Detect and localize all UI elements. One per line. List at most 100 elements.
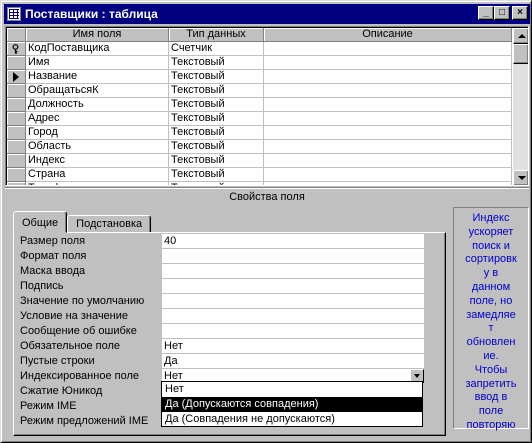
property-label: Формат поля bbox=[20, 250, 87, 262]
maximize-button[interactable]: □ bbox=[494, 6, 510, 20]
dropdown-option[interactable]: Да (Совпадения не допускаются) bbox=[162, 412, 422, 427]
table-row[interactable]: Город Текстовый bbox=[7, 126, 512, 140]
field-name-cell[interactable]: Страна bbox=[26, 168, 169, 182]
data-type-cell[interactable]: Текстовый bbox=[169, 126, 264, 140]
property-label: Сообщение об ошибке bbox=[20, 325, 137, 337]
table-row[interactable]: Адрес Текстовый bbox=[7, 112, 512, 126]
scroll-thumb[interactable] bbox=[513, 44, 528, 64]
row-selector[interactable] bbox=[7, 70, 26, 84]
property-value-field[interactable] bbox=[162, 324, 424, 338]
table-row[interactable]: ОбращатьсяК Текстовый bbox=[7, 84, 512, 98]
property-value-field[interactable]: 40 bbox=[162, 234, 424, 248]
row-selector[interactable] bbox=[7, 112, 26, 126]
property-value-field[interactable] bbox=[162, 279, 424, 293]
description-cell[interactable] bbox=[264, 112, 512, 126]
property-row: Сообщение об ошибке bbox=[20, 324, 424, 339]
data-type-cell[interactable]: Текстовый bbox=[169, 56, 264, 70]
row-selector[interactable] bbox=[7, 56, 26, 70]
property-value: 40 bbox=[164, 235, 177, 247]
field-name-cell[interactable]: Индекс bbox=[26, 154, 169, 168]
field-name-cell[interactable]: Адрес bbox=[26, 112, 169, 126]
table-design-window: Поставщики : таблица _ □ × Имя поля Тип … bbox=[0, 0, 532, 443]
property-value-field[interactable] bbox=[162, 249, 424, 263]
scroll-down-button[interactable] bbox=[513, 170, 528, 185]
table-row[interactable]: Имя Текстовый bbox=[7, 56, 512, 70]
dropdown-option[interactable]: Нет bbox=[162, 382, 422, 397]
table-row[interactable]: Страна Текстовый bbox=[7, 168, 512, 182]
property-label: Значение по умолчанию bbox=[20, 295, 145, 307]
property-value-field[interactable] bbox=[162, 294, 424, 308]
data-type-cell[interactable]: Текстовый bbox=[169, 168, 264, 182]
property-row: Подпись bbox=[20, 279, 424, 294]
indexed-dropdown-list[interactable]: Нет Да (Допускаются совпадения) Да (Совп… bbox=[161, 381, 423, 427]
header-field-name[interactable]: Имя поля bbox=[26, 28, 169, 42]
data-type-cell[interactable]: Текстовый bbox=[169, 98, 264, 112]
properties-tabs: Общие Подстановка bbox=[13, 211, 152, 233]
property-value: Да bbox=[164, 355, 178, 367]
field-name-cell[interactable]: Имя bbox=[26, 56, 169, 70]
field-name-cell[interactable]: Должность bbox=[26, 98, 169, 112]
header-description[interactable]: Описание bbox=[264, 28, 512, 42]
field-name-cell[interactable]: ОбращатьсяК bbox=[26, 84, 169, 98]
description-cell[interactable] bbox=[264, 126, 512, 140]
help-text-line: поиск и bbox=[472, 239, 510, 252]
row-selector[interactable] bbox=[7, 154, 26, 168]
description-cell[interactable] bbox=[264, 182, 512, 185]
field-name-cell[interactable]: Телефон bbox=[26, 182, 169, 185]
data-type-cell[interactable]: Текстовый bbox=[169, 140, 264, 154]
dropdown-option-selected[interactable]: Да (Допускаются совпадения) bbox=[162, 397, 422, 412]
grid-scrollbar[interactable] bbox=[513, 28, 528, 185]
row-selector[interactable] bbox=[7, 168, 26, 182]
description-cell[interactable] bbox=[264, 140, 512, 154]
data-type-cell[interactable]: Текстовый bbox=[169, 112, 264, 126]
header-data-type[interactable]: Тип данных bbox=[169, 28, 264, 42]
table-row[interactable]: ТелефонТекстовый bbox=[7, 182, 512, 185]
field-name-cell[interactable]: КодПоставщика bbox=[26, 42, 169, 56]
row-selector[interactable] bbox=[7, 140, 26, 154]
data-type-cell[interactable]: Текстовый bbox=[169, 84, 264, 98]
data-type-cell[interactable]: Текстовый bbox=[169, 70, 264, 84]
field-properties-header: Свойства поля bbox=[5, 187, 529, 205]
minimize-button[interactable]: _ bbox=[478, 6, 494, 20]
help-text-line: повторяю bbox=[466, 418, 516, 431]
field-name-cell[interactable]: Город bbox=[26, 126, 169, 140]
table-row[interactable]: Название Текстовый bbox=[7, 70, 512, 84]
data-type-cell[interactable]: Текстовый bbox=[169, 182, 264, 185]
row-selector[interactable] bbox=[7, 98, 26, 112]
description-cell[interactable] bbox=[264, 154, 512, 168]
description-cell[interactable] bbox=[264, 70, 512, 84]
property-label: Условие на значение bbox=[20, 310, 129, 322]
tab-general[interactable]: Общие bbox=[13, 211, 68, 233]
property-row: Пустые строки Да bbox=[20, 354, 424, 369]
description-cell[interactable] bbox=[264, 56, 512, 70]
scroll-up-button[interactable] bbox=[513, 28, 528, 44]
close-button[interactable]: × bbox=[512, 6, 528, 20]
row-selector[interactable] bbox=[7, 42, 26, 56]
field-name-cell[interactable]: Область bbox=[26, 140, 169, 154]
data-type-cell[interactable]: Текстовый bbox=[169, 154, 264, 168]
description-cell[interactable] bbox=[264, 168, 512, 182]
field-name-cell[interactable]: Название bbox=[26, 70, 169, 84]
table-row[interactable]: Область Текстовый bbox=[7, 140, 512, 154]
property-label: Индексированное поле bbox=[20, 370, 139, 382]
primary-key-icon bbox=[12, 44, 19, 54]
description-cell[interactable] bbox=[264, 42, 512, 56]
title-bar[interactable]: Поставщики : таблица _ □ × bbox=[4, 4, 530, 24]
description-cell[interactable] bbox=[264, 84, 512, 98]
table-row[interactable]: Должность Текстовый bbox=[7, 98, 512, 112]
data-type-cell[interactable]: Счетчик bbox=[169, 42, 264, 56]
table-row[interactable]: Индекс Текстовый bbox=[7, 154, 512, 168]
property-label: Обязательное поле bbox=[20, 340, 121, 352]
row-selector[interactable] bbox=[7, 84, 26, 98]
description-cell[interactable] bbox=[264, 98, 512, 112]
property-value-field[interactable]: Да bbox=[162, 354, 424, 368]
property-value-field[interactable] bbox=[162, 309, 424, 323]
row-selector[interactable] bbox=[7, 182, 26, 185]
property-value-field[interactable]: Нет bbox=[162, 339, 424, 353]
table-row[interactable]: КодПоставщика Счетчик bbox=[7, 42, 512, 56]
row-selector[interactable] bbox=[7, 126, 26, 140]
property-label: Пустые строки bbox=[20, 355, 95, 367]
tab-lookup[interactable]: Подстановка bbox=[67, 215, 152, 233]
grid-header: Имя поля Тип данных Описание bbox=[7, 28, 512, 42]
property-value-field[interactable] bbox=[162, 264, 424, 278]
